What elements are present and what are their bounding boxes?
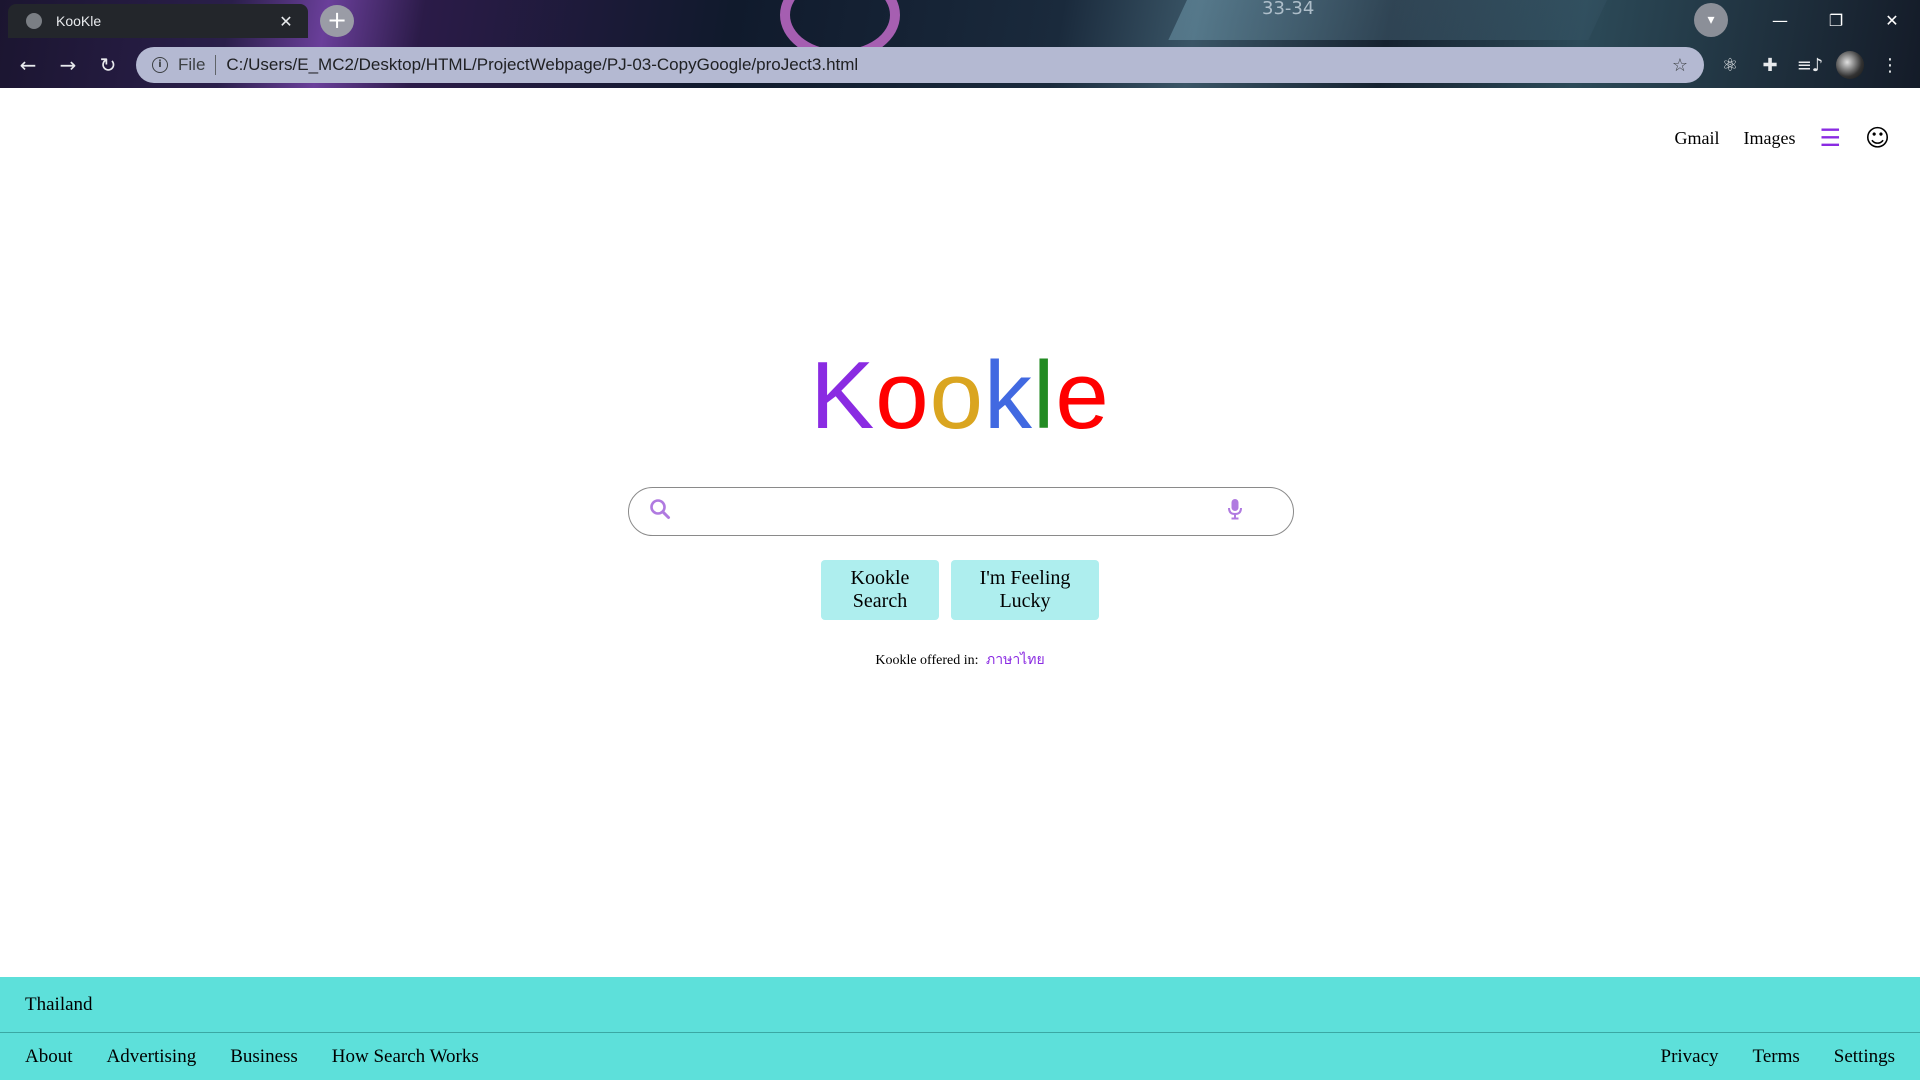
reload-button[interactable]: ↻ [88, 46, 128, 84]
top-navigation: Gmail Images ☰ ☺ [1674, 126, 1890, 150]
gmail-link[interactable]: Gmail [1674, 128, 1719, 149]
account-smiley-icon[interactable]: ☺ [1865, 126, 1890, 150]
logo-letter: K [810, 342, 876, 449]
url-text[interactable]: C:/Users/E_MC2/Desktop/HTML/ProjectWebpa… [226, 55, 1671, 75]
menu-kebab-icon[interactable]: ⋮ [1870, 46, 1910, 84]
logo-letter: o [929, 342, 985, 449]
info-icon[interactable]: i [152, 57, 168, 73]
language-offer: Kookle offered in: ภาษาไทย [0, 649, 1920, 671]
browser-tab[interactable]: KooKle ✕ [8, 4, 308, 38]
window-controls: ▾ — ❐ ✕ [1694, 0, 1920, 40]
footer-links: About Advertising Business How Search Wo… [0, 1033, 1920, 1080]
close-tab-icon[interactable]: ✕ [276, 12, 296, 31]
kookle-logo: Kookle [0, 348, 1920, 444]
how-search-works-link[interactable]: How Search Works [332, 1046, 479, 1067]
logo-letter: o [875, 342, 930, 449]
search-bar[interactable] [628, 487, 1294, 536]
advertising-link[interactable]: Advertising [107, 1046, 197, 1067]
settings-link[interactable]: Settings [1834, 1046, 1895, 1067]
url-scheme: File [178, 55, 206, 74]
background-art [1168, 0, 1612, 40]
footer-right-links: Privacy Terms Settings [1631, 1046, 1896, 1068]
thai-language-link[interactable]: ภาษาไทย [986, 653, 1045, 668]
images-link[interactable]: Images [1743, 128, 1795, 149]
offered-label: Kookle offered in: [875, 653, 979, 668]
back-button[interactable]: ← [8, 46, 48, 84]
address-bar[interactable]: i File C:/Users/E_MC2/Desktop/HTML/Proje… [136, 47, 1704, 83]
forward-button[interactable]: → [48, 46, 88, 84]
profile-avatar[interactable] [1830, 46, 1870, 84]
page-footer: Thailand About Advertising Business How … [0, 977, 1920, 1080]
logo-letter: k [984, 342, 1034, 449]
search-input[interactable] [685, 491, 1215, 532]
search-buttons: Kookle Search I'm Feeling Lucky [0, 560, 1920, 620]
new-tab-button[interactable]: + [320, 5, 354, 37]
logo-letter: e [1055, 342, 1110, 449]
tab-search-icon[interactable]: ▾ [1694, 3, 1728, 37]
browser-chrome: 33-34 KooKle ✕ + ▾ — ❐ ✕ ← → ↻ i File C:… [0, 0, 1920, 88]
minimize-button[interactable]: — [1752, 0, 1808, 40]
extensions-puzzle-icon[interactable]: ✚ [1750, 46, 1790, 84]
about-link[interactable]: About [25, 1046, 73, 1067]
privacy-link[interactable]: Privacy [1661, 1046, 1719, 1067]
react-devtools-icon[interactable]: ⚛ [1710, 46, 1750, 84]
browser-toolbar: ← → ↻ i File C:/Users/E_MC2/Desktop/HTML… [0, 46, 1920, 84]
maximize-button[interactable]: ❐ [1808, 0, 1864, 40]
media-control-icon[interactable]: ≡♪ [1790, 46, 1830, 84]
page-content: Gmail Images ☰ ☺ Kookle Kookle Search I'… [0, 88, 1920, 1080]
divider [215, 55, 217, 75]
close-window-button[interactable]: ✕ [1864, 0, 1920, 40]
background-text: 33-34 [1262, 0, 1315, 19]
terms-link[interactable]: Terms [1753, 1046, 1800, 1067]
footer-left-links: About Advertising Business How Search Wo… [25, 1046, 509, 1068]
tab-title: KooKle [56, 13, 102, 29]
feeling-lucky-button[interactable]: I'm Feeling Lucky [951, 560, 1099, 620]
footer-country: Thailand [25, 993, 93, 1015]
avatar [1836, 51, 1864, 79]
business-link[interactable]: Business [230, 1046, 298, 1067]
logo-letter: l [1033, 342, 1056, 449]
microphone-icon[interactable] [1227, 498, 1243, 525]
extensions-area: ⚛ ✚ ≡♪ ⋮ [1710, 46, 1910, 84]
search-icon [649, 498, 673, 526]
bookmark-star-icon[interactable]: ☆ [1672, 55, 1688, 76]
kookle-search-button[interactable]: Kookle Search [821, 560, 939, 620]
apps-menu-icon[interactable]: ☰ [1819, 126, 1841, 150]
globe-icon [26, 13, 42, 29]
